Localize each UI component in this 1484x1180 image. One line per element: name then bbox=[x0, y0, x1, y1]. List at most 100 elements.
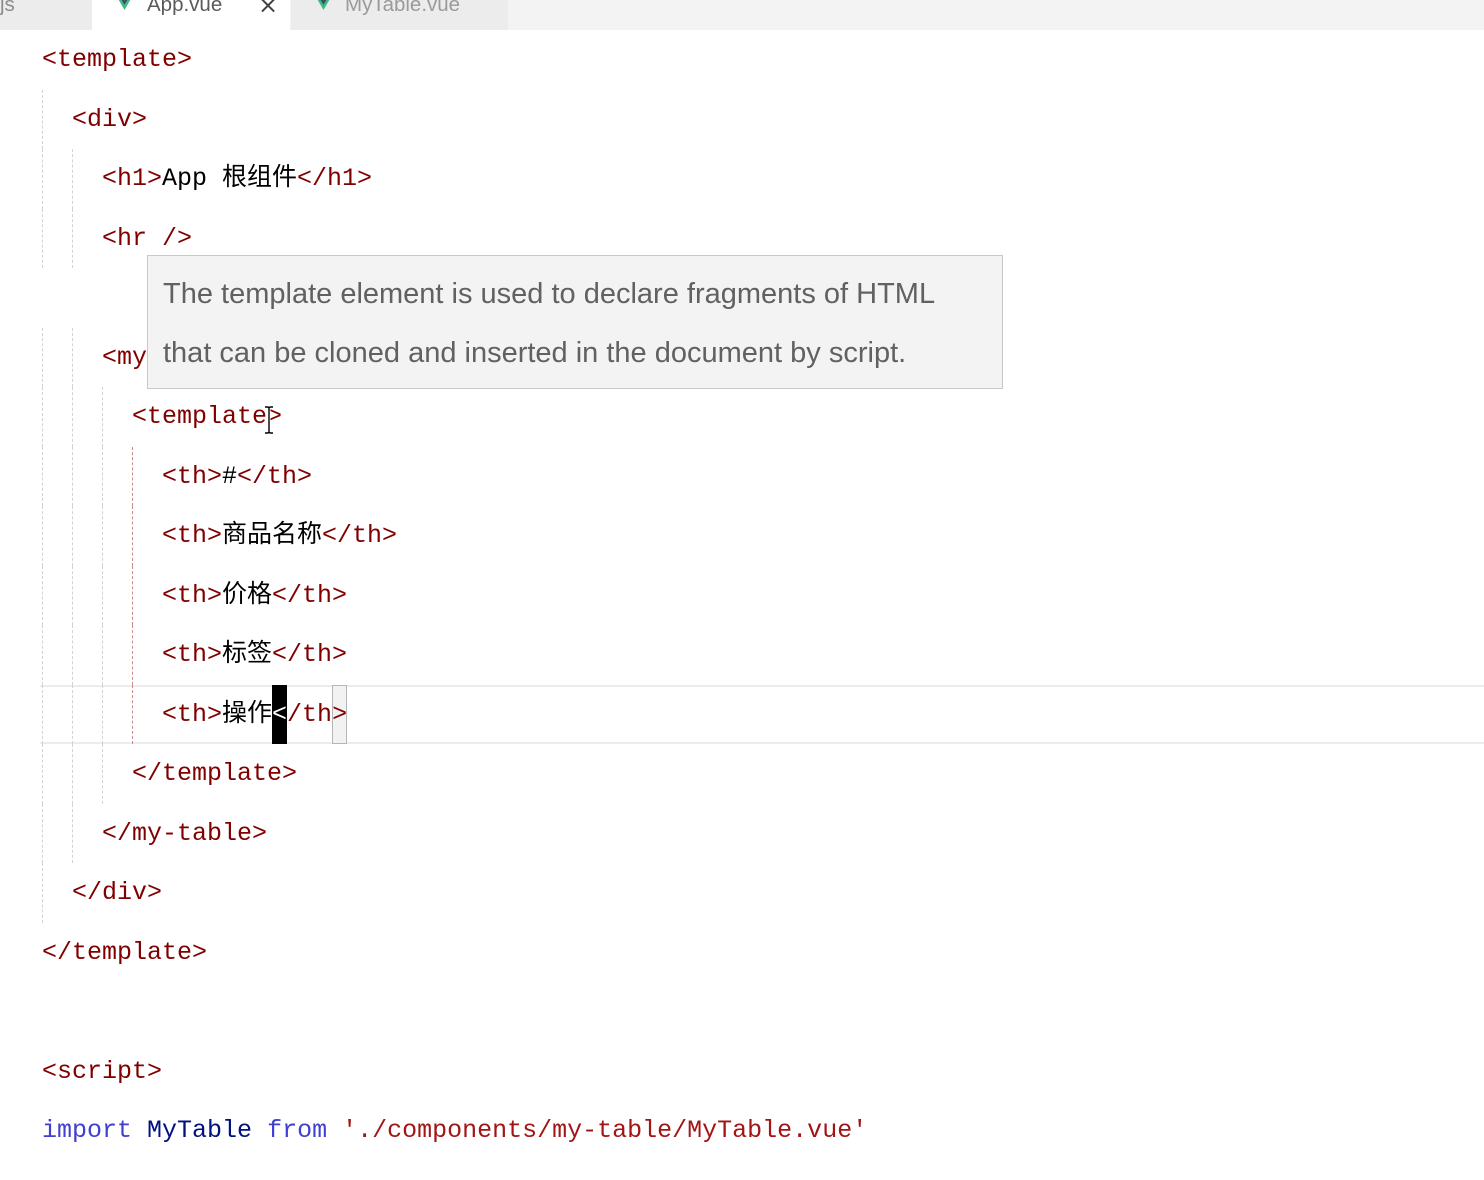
hover-tooltip: The template element is used to declare … bbox=[147, 255, 1003, 389]
text-token: 商品名称 bbox=[222, 521, 323, 550]
tag-token: /th bbox=[287, 699, 333, 729]
text-token: App 根组件 bbox=[162, 164, 298, 193]
indent-guide bbox=[102, 387, 103, 447]
indent-guide bbox=[72, 684, 73, 744]
code-line[interactable]: </div> bbox=[0, 863, 1484, 923]
code-text: </template> bbox=[42, 923, 207, 983]
code-line-current[interactable]: <th>操作</th> bbox=[0, 684, 1484, 744]
tag-token: <th> bbox=[162, 461, 223, 491]
code-line[interactable]: <template> bbox=[0, 387, 1484, 447]
tag-token: <th> bbox=[162, 699, 223, 729]
indent-guide-active bbox=[132, 565, 133, 625]
indent-guide bbox=[102, 506, 103, 566]
indent-guide bbox=[42, 625, 43, 685]
indent-guide bbox=[102, 446, 103, 506]
indent-guide bbox=[42, 208, 43, 268]
code-text: import MyTable from './components/my-tab… bbox=[42, 1101, 867, 1161]
tag-token: </my-table> bbox=[102, 818, 268, 848]
indent-guide bbox=[72, 327, 73, 387]
indent-guide bbox=[42, 327, 43, 387]
indent-guide bbox=[72, 149, 73, 209]
close-icon[interactable]: × bbox=[258, 0, 278, 30]
mouse-ibeam-cursor-icon bbox=[265, 406, 273, 434]
text-cursor: < bbox=[272, 684, 288, 744]
code-text: <th>商品名称</th> bbox=[162, 506, 397, 566]
tag-token: <template> bbox=[42, 45, 193, 74]
string-token: './components/my-table/MyTable.vue' bbox=[342, 1116, 868, 1145]
tag-token: </th> bbox=[237, 461, 313, 491]
indent-guide bbox=[42, 506, 43, 566]
tag-token: </template> bbox=[42, 937, 208, 967]
indent-guide bbox=[72, 803, 73, 863]
indent-guide bbox=[42, 387, 43, 447]
tab-mytable-vue[interactable]: MyTable.vue bbox=[291, 0, 508, 30]
indent-guide bbox=[102, 744, 103, 804]
indent-guide bbox=[42, 863, 43, 923]
indent-guide bbox=[72, 387, 73, 447]
code-line[interactable]: <th>价格</th> bbox=[0, 565, 1484, 626]
editor-tab-bar: js App.vue × MyTable.vue bbox=[0, 0, 1484, 30]
code-text: </div> bbox=[72, 863, 162, 923]
tag-token: <hr /> bbox=[102, 223, 193, 253]
tag-token: </div> bbox=[72, 878, 163, 907]
tag-token: <my bbox=[102, 342, 148, 372]
code-editor[interactable]: <template> <div> <h1>App 根组件</h1> <hr /> <my… bbox=[0, 30, 1484, 1180]
code-line[interactable]: </my-table> bbox=[0, 803, 1484, 863]
code-text: <th>价格</th> bbox=[162, 566, 347, 626]
code-line[interactable]: <template> bbox=[0, 30, 1484, 90]
text-token: 价格 bbox=[222, 580, 273, 610]
tab-app-vue[interactable]: App.vue × bbox=[92, 0, 290, 30]
indent-guide bbox=[102, 565, 103, 625]
indent-guide bbox=[42, 149, 43, 209]
code-line[interactable] bbox=[0, 982, 1484, 1042]
code-text: <my bbox=[102, 328, 147, 388]
code-text: <template> bbox=[42, 30, 192, 90]
code-line[interactable]: <th>商品名称</th> bbox=[0, 506, 1484, 566]
code-line[interactable]: import MyTable from './components/my-tab… bbox=[0, 1101, 1484, 1161]
code-text: <th>操作</th> bbox=[162, 684, 348, 744]
keyword-token: from bbox=[267, 1116, 328, 1145]
code-line[interactable]: <h1>App 根组件</h1> bbox=[0, 149, 1484, 209]
code-text: <h1>App 根组件</h1> bbox=[102, 149, 372, 209]
code-line[interactable]: <th>标签</th> bbox=[0, 625, 1484, 685]
vue-icon bbox=[118, 0, 131, 10]
bracket-match-highlight: > bbox=[332, 684, 348, 744]
tag-token: </template> bbox=[132, 759, 298, 788]
tag-token: </h1> bbox=[297, 164, 373, 193]
text-token: 操作 bbox=[222, 699, 273, 729]
indent-guide bbox=[72, 744, 73, 804]
indent-guide bbox=[102, 684, 103, 744]
indent-guide bbox=[72, 208, 73, 268]
indent-guide bbox=[72, 446, 73, 506]
indent-guide bbox=[72, 506, 73, 566]
code-text: <th>标签</th> bbox=[162, 625, 347, 685]
indent-guide bbox=[42, 803, 43, 863]
code-line[interactable]: <th>#</th> bbox=[0, 446, 1484, 506]
text-token: # bbox=[222, 461, 238, 491]
tag-token: </th> bbox=[272, 580, 348, 610]
tag-token: </th> bbox=[322, 521, 398, 550]
tag-token: <th> bbox=[162, 640, 223, 669]
code-line[interactable]: </template> bbox=[0, 744, 1484, 804]
code-line[interactable]: <div> bbox=[0, 89, 1484, 149]
indent-guide bbox=[72, 565, 73, 625]
tag-token: </th> bbox=[272, 640, 348, 669]
code-text: </template> bbox=[132, 744, 297, 804]
code-line[interactable]: </template> bbox=[0, 923, 1484, 983]
indent-guide bbox=[102, 625, 103, 685]
indent-guide bbox=[42, 684, 43, 744]
indent-guide-active bbox=[132, 684, 133, 744]
tab-label: App.vue bbox=[147, 0, 223, 16]
tab-label: js bbox=[0, 0, 15, 16]
indent-guide bbox=[42, 565, 43, 625]
tag-token: <th> bbox=[162, 521, 223, 550]
code-line[interactable]: <script> bbox=[0, 1042, 1484, 1102]
tab-js-file[interactable]: js bbox=[0, 0, 92, 30]
indent-guide-active bbox=[132, 506, 133, 566]
indent-guide bbox=[72, 625, 73, 685]
indent-guide bbox=[42, 744, 43, 804]
indent-guide bbox=[42, 89, 43, 149]
